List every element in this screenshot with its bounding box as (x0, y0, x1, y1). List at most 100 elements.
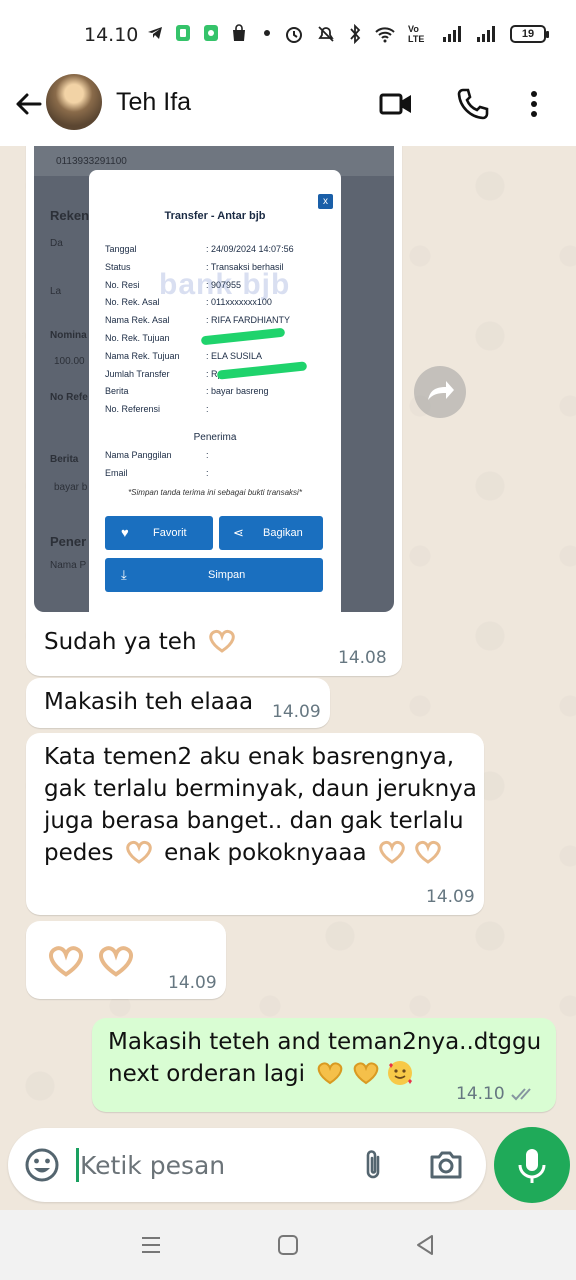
receipt-row-label: Nama Rek. Asal (105, 315, 170, 325)
message-line: Makasih teteh and teman2nya..dtggu (108, 1029, 542, 1055)
mic-icon (518, 1149, 546, 1183)
heart-hands-emoji-icon (209, 629, 235, 653)
bagikan-label: Bagikan (263, 527, 303, 539)
transfer-receipt-image[interactable]: 0113933291100 Reken Da La Nomina 100.00 … (34, 146, 394, 612)
battery-icon: 19 (510, 25, 549, 43)
favorit-label: Favorit (153, 527, 187, 539)
message-line: pedes enak pokoknyaaa (44, 837, 480, 869)
status-time: 14.10 (84, 24, 139, 46)
contact-name[interactable]: Teh Ifa (116, 88, 191, 117)
status-notification-icons (146, 24, 276, 42)
bg-label-nominal-value: 100.00 (54, 356, 85, 367)
favorit-button[interactable]: ♥ Favorit (105, 516, 213, 550)
bg-label-opt-da: Da (50, 238, 63, 249)
bagikan-button[interactable]: ⋖ Bagikan (219, 516, 323, 550)
simpan-button[interactable]: ⤓ Simpan (105, 558, 323, 592)
message-bubble[interactable]: Kata temen2 aku enak basrengnya, gak ter… (26, 733, 484, 915)
receipt-close-icon[interactable]: x (318, 194, 333, 209)
mic-button[interactable] (494, 1127, 570, 1203)
receipt-row: Nama Rek. Asal: RIFA FARDHIANTY (105, 315, 335, 331)
heart-hands-emoji-icon (98, 946, 134, 977)
bg-label-opt-la: La (50, 286, 62, 297)
double-check-icon (511, 1088, 531, 1101)
more-notifications-dot-icon (264, 30, 270, 36)
text-caret (76, 1148, 79, 1182)
receipt-row-value: : bayar basreng (206, 386, 269, 396)
bg-label-penerima: Pener (50, 534, 87, 549)
receipt-row: Nama Panggilan: (105, 450, 335, 466)
chat-area[interactable]: 0113933291100 Reken Da La Nomina 100.00 … (0, 146, 576, 1126)
heart-hands-emoji-icon (126, 840, 152, 864)
message-line: gak terlalu berminyak, daun jeruknya (44, 776, 477, 802)
shopping-bag-icon (233, 24, 245, 41)
forward-button[interactable] (414, 366, 466, 418)
forward-icon (428, 381, 454, 400)
message-time: 14.09 (272, 702, 321, 722)
receipt-row-label: Berita (105, 386, 129, 396)
receipt-row: No. Referensi: (105, 404, 335, 420)
message-time: 14.09 (168, 973, 217, 993)
message-line: Kata temen2 aku enak basrengnya, (44, 744, 455, 770)
receipt-row: No. Rek. Asal : 011xxxxxxx100 (105, 297, 335, 313)
receipt-note: *Simpan tanda terima ini sebagai bukti t… (128, 488, 302, 497)
receipt-dialog: bank bjb x Transfer - Antar bjb Tanggal:… (89, 170, 341, 612)
volte-label: Vo LTE (408, 24, 425, 44)
message-input[interactable] (80, 1146, 340, 1184)
receipt-row-label: No. Resi (105, 280, 140, 290)
receipt-row-value: : ELA SUSILA (206, 351, 263, 361)
receipt-account-number: 0113933291100 (56, 156, 127, 167)
paperclip-icon[interactable] (358, 1147, 388, 1183)
recent-apps-icon[interactable] (138, 1232, 164, 1258)
receipt-row-value: : 907955 (206, 280, 242, 290)
heart-hands-emoji-icon (318, 1062, 343, 1085)
video-call-icon[interactable] (378, 86, 414, 122)
heart-hands-emoji-icon (379, 840, 405, 864)
more-vert-icon[interactable] (522, 86, 546, 122)
app-notification-icon (176, 25, 190, 41)
receipt-title: Transfer - Antar bjb (164, 210, 266, 222)
receipt-row-label: Nama Panggilan (105, 450, 172, 460)
back-nav-icon[interactable] (412, 1232, 438, 1258)
emoji-icon[interactable] (24, 1147, 60, 1183)
bg-label-nominal: Nomina (50, 330, 87, 341)
message-bubble-outgoing[interactable]: Makasih teteh and teman2nya..dtggu next … (92, 1018, 556, 1112)
message-line-part: next orderan lagi (108, 1061, 306, 1087)
receipt-row-value: : (206, 468, 209, 478)
message-composer (8, 1128, 486, 1202)
camera-icon[interactable] (428, 1148, 464, 1182)
message-bubble-image[interactable]: 0113933291100 Reken Da La Nomina 100.00 … (26, 146, 402, 676)
message-bubble[interactable]: 14.09 (26, 921, 226, 999)
receipt-row-label: No. Rek. Tujuan (105, 333, 170, 343)
back-arrow-icon[interactable] (12, 88, 44, 120)
receipt-row-label: Tanggal (105, 244, 137, 254)
phone-icon[interactable] (455, 86, 491, 122)
bg-label-berita: Berita (50, 454, 79, 465)
receipt-row-label: No. Rek. Asal (105, 297, 160, 307)
receipt-row-value: : 011xxxxxxx100 (206, 297, 272, 307)
alarm-icon (286, 27, 302, 43)
receipt-row-label: No. Referensi (105, 404, 161, 414)
receipt-row-value: : 24/09/2024 14:07:56 (206, 244, 294, 254)
message-time: 14.10 (456, 1084, 505, 1104)
bg-label-nama-p: Nama P (50, 560, 87, 571)
message-text: Kata temen2 aku enak basrengnya, gak ter… (44, 741, 480, 869)
status-bar: 14.10 Vo LTE 19 (0, 0, 576, 70)
app-notification-icon-2 (204, 25, 218, 41)
receipt-row-label: Jumlah Transfer (105, 369, 170, 379)
home-icon[interactable] (275, 1232, 301, 1258)
receipt-row: No. Resi : 907955 (105, 280, 335, 296)
message-bubble[interactable]: Makasih teh elaaa 14.09 (26, 678, 330, 728)
system-nav-bar (0, 1210, 576, 1280)
receipt-penerima-title: Penerima (193, 432, 237, 443)
receipt-row-value: : Transaksi berhasil (206, 262, 284, 272)
message-line-part: pedes (44, 840, 114, 866)
smiling-face-with-hearts-icon (388, 1061, 413, 1085)
message-text-content: Sudah ya teh (44, 629, 197, 655)
receipt-row-value: : (206, 404, 209, 414)
download-icon: ⤓ (121, 567, 127, 582)
message-line-part: enak pokoknyaaa (164, 840, 367, 866)
avatar[interactable] (46, 74, 102, 130)
receipt-row: Status: Transaksi berhasil (105, 262, 335, 278)
signal-icon (443, 26, 461, 42)
receipt-row-value: : (206, 450, 209, 460)
